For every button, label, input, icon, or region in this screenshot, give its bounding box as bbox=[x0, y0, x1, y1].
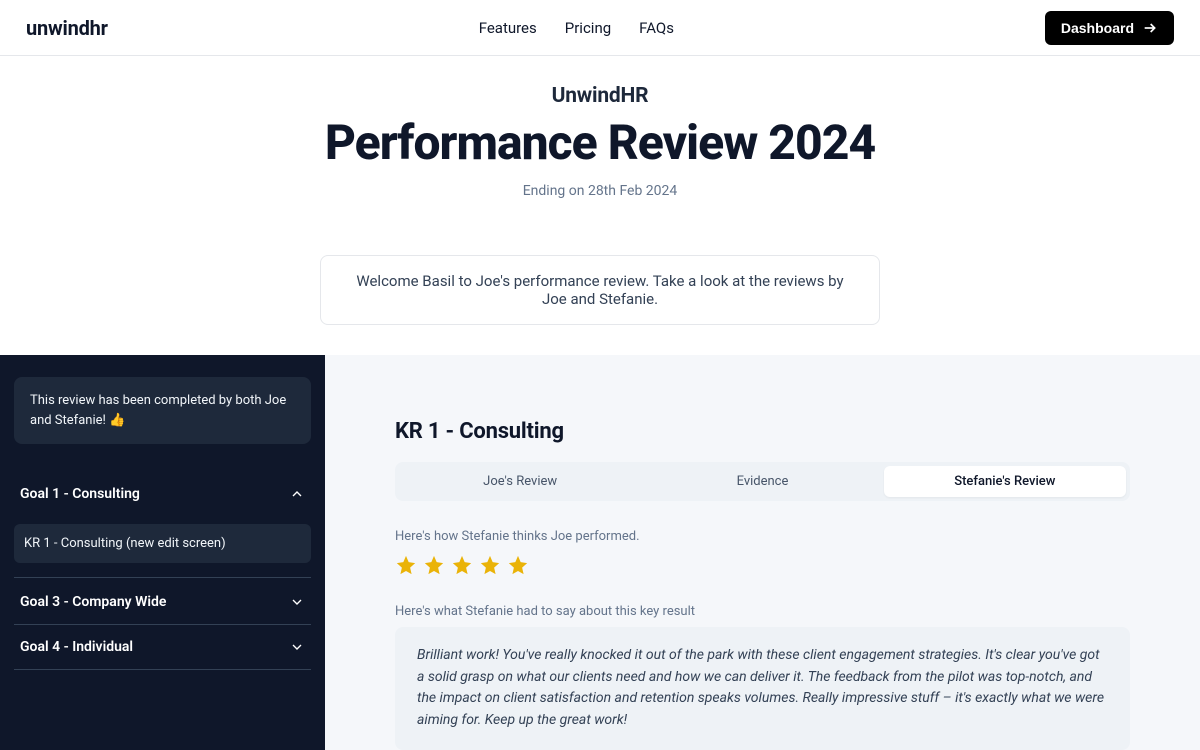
star-icon bbox=[479, 554, 501, 576]
nav-pricing[interactable]: Pricing bbox=[565, 19, 611, 37]
goal-3-toggle[interactable]: Goal 3 - Company Wide bbox=[14, 580, 311, 625]
nav-faqs[interactable]: FAQs bbox=[639, 19, 674, 37]
hero-ending-date: Ending on 28th Feb 2024 bbox=[0, 183, 1200, 199]
hero-section: UnwindHR Performance Review 2024 Ending … bbox=[0, 56, 1200, 219]
dashboard-button[interactable]: Dashboard bbox=[1045, 11, 1174, 45]
star-icon bbox=[507, 554, 529, 576]
kr-1-item[interactable]: KR 1 - Consulting (new edit screen) bbox=[14, 524, 311, 563]
tab-evidence[interactable]: Evidence bbox=[641, 466, 883, 497]
goal-1-toggle[interactable]: Goal 1 - Consulting bbox=[14, 472, 311, 516]
top-nav: unwindhr Features Pricing FAQs Dashboard bbox=[0, 0, 1200, 56]
review-tabs: Joe's Review Evidence Stefanie's Review bbox=[395, 462, 1130, 501]
tab-stefanies-review[interactable]: Stefanie's Review bbox=[884, 466, 1126, 497]
reviewer-comment: Brilliant work! You've really knocked it… bbox=[395, 627, 1130, 750]
kr-heading: KR 1 - Consulting bbox=[395, 419, 1130, 444]
chevron-up-icon bbox=[289, 486, 305, 502]
goal-1-label: Goal 1 - Consulting bbox=[20, 486, 140, 502]
goal-3-label: Goal 3 - Company Wide bbox=[20, 594, 166, 610]
star-icon bbox=[395, 554, 417, 576]
brand-logo[interactable]: unwindhr bbox=[26, 16, 108, 40]
page-title: Performance Review 2024 bbox=[0, 114, 1200, 171]
dashboard-button-label: Dashboard bbox=[1061, 20, 1134, 36]
star-icon bbox=[451, 554, 473, 576]
tab-joes-review[interactable]: Joe's Review bbox=[399, 466, 641, 497]
goal-4-toggle[interactable]: Goal 4 - Individual bbox=[14, 625, 311, 670]
review-layout: This review has been completed by both J… bbox=[0, 355, 1200, 750]
goal-1-block: Goal 1 - Consulting KR 1 - Consulting (n… bbox=[14, 472, 311, 578]
star-icon bbox=[423, 554, 445, 576]
chevron-down-icon bbox=[289, 594, 305, 610]
nav-features[interactable]: Features bbox=[479, 19, 537, 37]
chevron-down-icon bbox=[289, 639, 305, 655]
star-rating bbox=[395, 554, 1130, 576]
goal-4-label: Goal 4 - Individual bbox=[20, 639, 133, 655]
review-status-card: This review has been completed by both J… bbox=[14, 377, 311, 444]
review-content: KR 1 - Consulting Joe's Review Evidence … bbox=[325, 355, 1200, 750]
comment-label: Here's what Stefanie had to say about th… bbox=[395, 604, 1130, 619]
nav-links: Features Pricing FAQs bbox=[479, 19, 674, 37]
performance-label: Here's how Stefanie thinks Joe performed… bbox=[395, 529, 1130, 544]
arrow-right-icon bbox=[1142, 20, 1158, 36]
welcome-message: Welcome Basil to Joe's performance revie… bbox=[320, 255, 880, 325]
hero-subtitle: UnwindHR bbox=[0, 84, 1200, 108]
sidebar: This review has been completed by both J… bbox=[0, 355, 325, 750]
